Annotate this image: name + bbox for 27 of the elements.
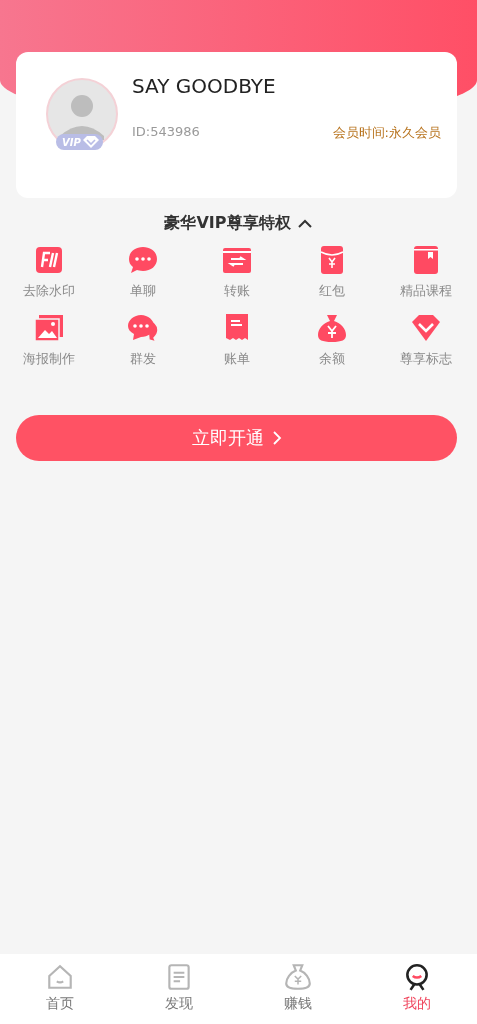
- collapse-caret-icon[interactable]: [296, 217, 313, 230]
- tab-item[interactable]: 我的: [357, 954, 477, 1024]
- privilege-label: 群发: [130, 350, 157, 368]
- open-membership-button[interactable]: 立即开通: [16, 415, 457, 461]
- privileges-title: 豪华VIP尊享特权: [164, 213, 291, 234]
- privilege-label: 余额: [318, 350, 345, 368]
- privilege-label: 红包: [318, 282, 345, 300]
- privilege-label: 账单: [224, 350, 251, 368]
- money-bag-icon: [283, 962, 314, 992]
- privilege-label: 单聊: [130, 282, 157, 300]
- tab-item[interactable]: 发现: [119, 954, 239, 1024]
- privilege-label: 尊享标志: [399, 350, 452, 368]
- privilege-label: 海报制作: [23, 350, 76, 368]
- tab-item[interactable]: 赚钱: [238, 954, 358, 1024]
- user-id: ID:543986: [132, 124, 200, 141]
- chevron-right-icon: [271, 430, 282, 446]
- vip-badge: VIP: [56, 134, 103, 150]
- image-icon[interactable]: [33, 312, 66, 344]
- privilege-label: 转账: [224, 282, 251, 300]
- money-bag-icon[interactable]: [315, 312, 348, 344]
- chat-bubble-icon[interactable]: [127, 244, 160, 276]
- user-name: SAY GOODBYE: [132, 74, 277, 98]
- group-chat-icon[interactable]: [127, 312, 160, 344]
- privilege-label: 精品课程: [399, 282, 452, 300]
- privilege-label: 去除水印: [23, 282, 76, 300]
- tab-item[interactable]: 首页: [0, 954, 120, 1024]
- membership-time: 会员时间:永久会员: [332, 124, 441, 142]
